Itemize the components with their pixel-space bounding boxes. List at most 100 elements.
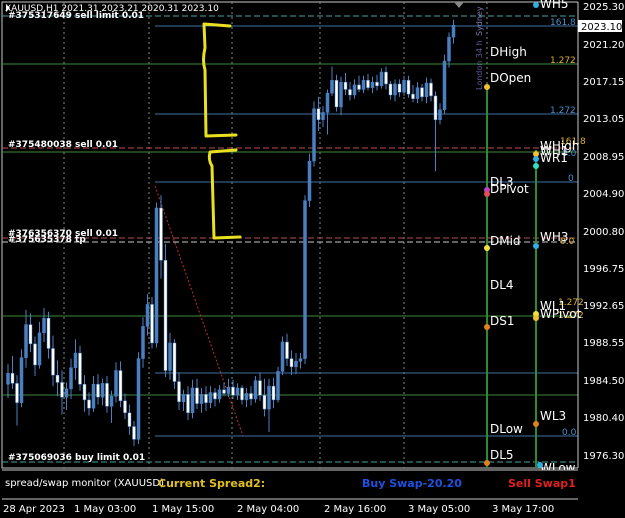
sell-swap: Sell Swap1 [508, 477, 576, 490]
candle-body [105, 383, 109, 407]
chart-canvas[interactable]: 2025.30 2021.20 2017.15 2013.05 2008.95 … [0, 0, 625, 518]
candle-body [249, 393, 253, 400]
pivot-dlow: DLow [490, 422, 523, 436]
candle-body [339, 81, 343, 108]
candle-body [384, 71, 388, 85]
current-price-label: 2023.10 [578, 20, 622, 33]
candle-body [100, 383, 105, 398]
time-tick: 2 May 16:00 [324, 504, 386, 515]
candle-body [424, 82, 429, 98]
candle-body [330, 80, 334, 94]
pivot-dl4: DL4 [490, 278, 514, 292]
candle-body [73, 352, 78, 369]
candle-body [370, 81, 375, 88]
candle-body [267, 385, 271, 410]
candle-body [109, 395, 114, 407]
candle-body [204, 394, 208, 403]
candle-body [447, 36, 451, 62]
candle-body [91, 384, 96, 409]
candle-body [343, 81, 348, 90]
price-tick: 2025.30 [583, 2, 624, 13]
candle-body [253, 380, 258, 400]
candle-body [235, 387, 240, 396]
candle-body [132, 426, 136, 440]
candle-body [42, 317, 46, 334]
candle-body [298, 358, 303, 362]
candle-body [406, 80, 411, 95]
fib-label-zero: 0 [568, 174, 574, 184]
candle-body [420, 87, 424, 98]
candle-body [222, 389, 226, 394]
candle-body [397, 83, 402, 93]
candle-body [321, 112, 325, 121]
fib-label-top: 161.8 [550, 18, 576, 28]
price-tick: 2013.05 [583, 114, 624, 125]
pivot-wh3: WH3 [540, 230, 569, 244]
candle-body [280, 341, 285, 372]
candle-body [64, 388, 69, 398]
candle-body [141, 326, 145, 359]
candle-body [240, 387, 244, 401]
time-tick: 3 May 17:00 [492, 504, 554, 515]
fib-label-zero-b: 0.0 [562, 428, 577, 438]
candle-body [388, 83, 393, 96]
candle-body [217, 389, 222, 400]
price-tick: 1992.65 [583, 301, 624, 312]
candle-body [46, 317, 51, 349]
candle-body [438, 109, 442, 121]
candle-body [262, 395, 267, 410]
order-label-sell[interactable]: #375480038 sell 0.01 [8, 140, 118, 150]
candle-body [429, 82, 433, 97]
candle-body [289, 358, 294, 368]
candle-body [186, 394, 190, 414]
candle-body [325, 92, 330, 113]
order-label-top[interactable]: #375317649 sell limit 0.01 [8, 11, 144, 21]
candle-body [213, 392, 217, 400]
candle-body [402, 80, 406, 93]
candle-body [37, 332, 42, 366]
pivot-wpivot: WPivot [540, 307, 582, 321]
price-tick: 2008.95 [583, 152, 624, 163]
candle-body [361, 80, 366, 90]
session-label: London 34 h [475, 40, 484, 90]
candle-body [51, 348, 55, 376]
price-tick: 2004.90 [583, 189, 624, 200]
session-symbol-label: Sydney [475, 6, 484, 36]
candle-body [231, 386, 235, 396]
pivot-ds1: DS1 [490, 314, 515, 328]
candle-body [451, 24, 456, 38]
candle-body [303, 200, 307, 359]
candle-body [352, 84, 357, 96]
candle-body [150, 304, 154, 344]
time-tick: 1 May 03:00 [74, 504, 136, 515]
candle-body [6, 373, 10, 385]
candle-body [375, 81, 379, 87]
order-label-tp[interactable]: #375635378 tp [8, 235, 86, 245]
candle-body [60, 382, 64, 398]
candle-body [172, 342, 177, 382]
price-tick: 1996.75 [583, 264, 624, 275]
candle-body [415, 87, 420, 99]
candle-body [118, 370, 123, 402]
pivot-dopen: DOpen [490, 71, 531, 85]
candle-body [177, 381, 181, 402]
pivot-dpivot: DPivot [490, 182, 529, 196]
order-label-buy-limit[interactable]: #375069036 buy limit 0.01 [8, 453, 145, 463]
candle-body [123, 400, 127, 414]
pivot-dl5: DL5 [490, 448, 514, 462]
candle-body [168, 342, 172, 371]
fib-label-1272-b: 1.272 [550, 106, 576, 116]
candle-body [393, 83, 397, 96]
candle-body [258, 380, 262, 396]
candle-body [276, 371, 280, 401]
candle-body [69, 367, 73, 390]
candle-body [154, 207, 159, 344]
candle-body [136, 358, 141, 440]
price-tick: 2021.20 [583, 40, 624, 51]
candle-body [181, 394, 186, 402]
candle-body [28, 324, 33, 345]
candle-body [19, 357, 24, 403]
pivot-dmid: DMid [490, 234, 521, 248]
current-price-text: 2023.10 [581, 22, 622, 33]
candle-body [82, 384, 87, 401]
